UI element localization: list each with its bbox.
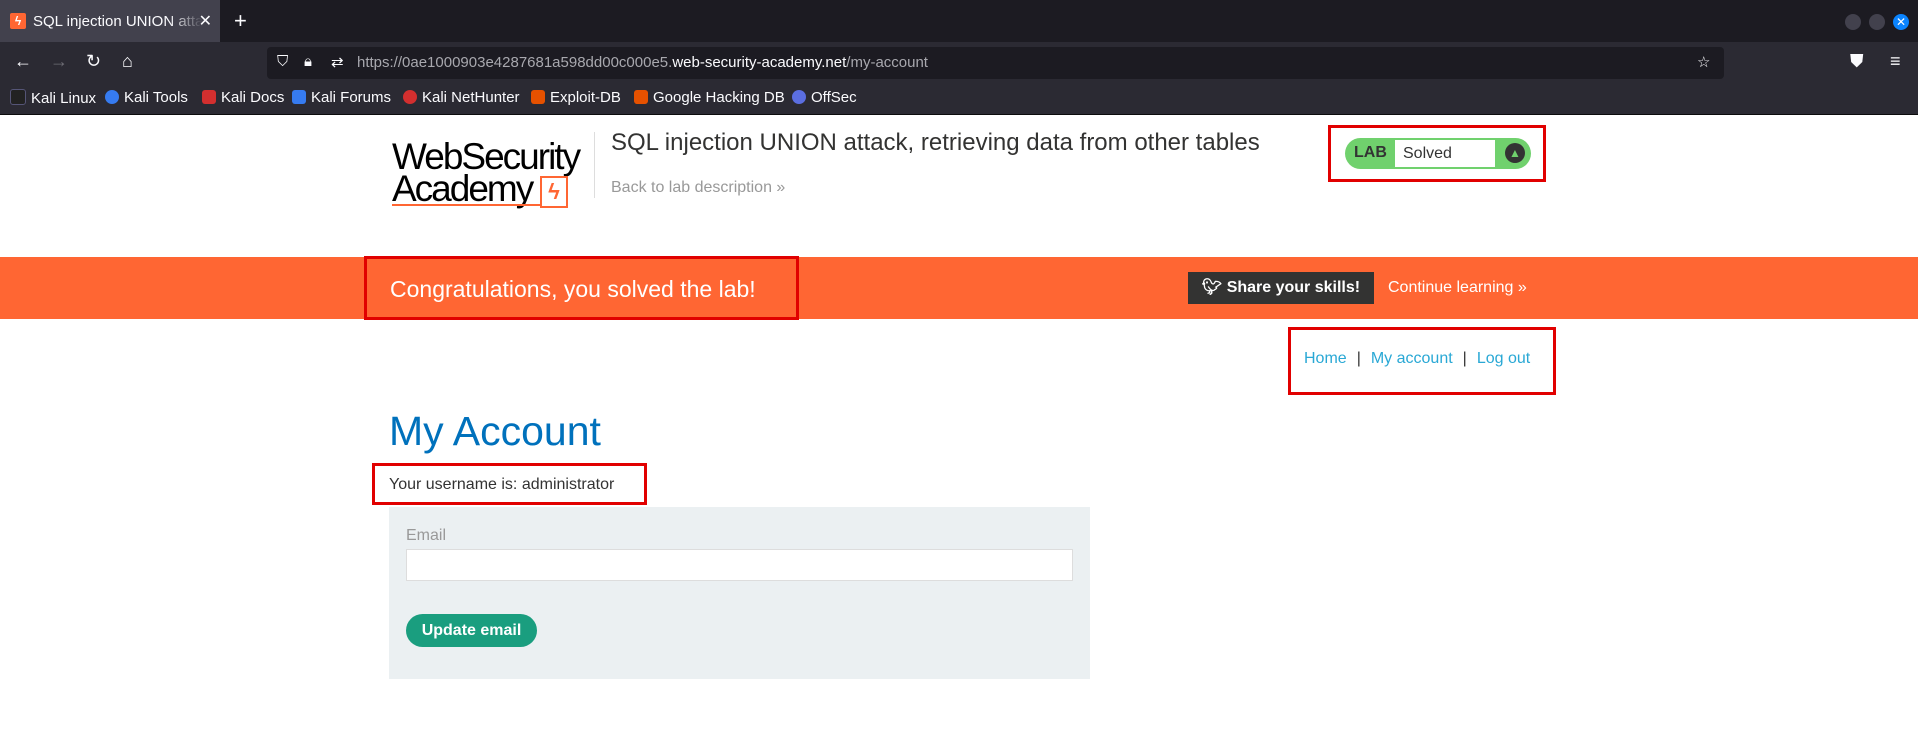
bookmark-kali-docs[interactable]: Kali Docs bbox=[202, 89, 284, 106]
continue-learning-link[interactable]: Continue learning » bbox=[1388, 279, 1527, 297]
bookmark-label: Kali Forums bbox=[311, 89, 392, 106]
update-email-form bbox=[389, 507, 1090, 679]
username-text: Your username is: administrator bbox=[389, 476, 615, 493]
home-link[interactable]: Home bbox=[1304, 350, 1347, 367]
nav-separator: | bbox=[1462, 350, 1467, 367]
pocket-icon[interactable]: ⛊ bbox=[1850, 51, 1864, 72]
lightning-bolt-icon: ϟ bbox=[540, 176, 568, 208]
solved-banner bbox=[0, 257, 1918, 319]
bookmark-label: Kali Docs bbox=[221, 89, 285, 106]
kali-forums-icon bbox=[292, 90, 306, 104]
bookmark-star-icon[interactable]: ☆ bbox=[1697, 53, 1710, 71]
permissions-icon[interactable]: ⇄ bbox=[331, 53, 344, 71]
close-tab-icon[interactable]: ✕ bbox=[199, 11, 212, 31]
twitter-icon: 🐦︎ bbox=[1201, 279, 1227, 296]
back-to-lab-description-link[interactable]: Back to lab description » bbox=[611, 179, 785, 197]
bookmark-label: Kali NetHunter bbox=[422, 89, 520, 106]
close-window-icon[interactable]: ✕ bbox=[1893, 14, 1909, 30]
congratulations-message: Congratulations, you solved the lab! bbox=[390, 276, 756, 302]
new-tab-icon[interactable]: + bbox=[234, 8, 247, 34]
browser-tab[interactable]: ϟ SQL injection UNION attack, retrieving… bbox=[0, 0, 220, 42]
lab-status-value: Solved bbox=[1395, 140, 1495, 167]
lab-status-badge: LAB Solved ▲ bbox=[1345, 138, 1531, 169]
burp-favicon-icon: ϟ bbox=[10, 13, 26, 29]
bookmark-kali-nethunter[interactable]: Kali NetHunter bbox=[403, 89, 520, 106]
nethunter-icon bbox=[403, 90, 417, 104]
share-label: Share your skills! bbox=[1226, 279, 1361, 296]
url-path: /my-account bbox=[846, 54, 928, 71]
url-text[interactable]: https://0ae1000903e4287681a598dd00c000e5… bbox=[357, 54, 928, 71]
logo-underline bbox=[392, 204, 540, 206]
bookmark-kali-linux[interactable]: Kali Linux bbox=[10, 89, 96, 107]
offsec-icon bbox=[792, 90, 806, 104]
ghdb-icon bbox=[634, 90, 648, 104]
bookmark-kali-forums[interactable]: Kali Forums bbox=[292, 89, 391, 106]
forward-arrow-icon[interactable]: → bbox=[50, 51, 68, 72]
kali-docs-icon bbox=[202, 90, 216, 104]
menu-icon[interactable]: ≡ bbox=[1890, 51, 1901, 72]
browser-tab-bar: ϟ SQL injection UNION attack, retrieving… bbox=[0, 0, 1918, 42]
bookmarks-bar: Kali Linux Kali Tools Kali Docs Kali For… bbox=[0, 84, 1918, 115]
exploit-db-icon bbox=[531, 90, 545, 104]
bookmark-google-hacking-db[interactable]: Google Hacking DB bbox=[634, 89, 785, 106]
url-prefix: https://0ae1000903e4287681a598dd00c000e5… bbox=[357, 54, 673, 71]
bookmark-offsec[interactable]: OffSec bbox=[792, 89, 857, 106]
bookmark-label: Kali Tools bbox=[124, 89, 188, 106]
web-security-academy-logo[interactable]: WebSecurity Academy ϟ bbox=[392, 136, 597, 209]
share-skills-button[interactable]: 🐦︎ Share your skills! bbox=[1188, 272, 1374, 304]
lab-status-label: LAB bbox=[1354, 144, 1387, 161]
home-icon[interactable]: ⌂ bbox=[122, 51, 133, 72]
bookmark-label: Kali Linux bbox=[31, 90, 97, 107]
bookmark-label: OffSec bbox=[811, 89, 857, 106]
lock-icon[interactable]: 🔒︎ bbox=[304, 53, 312, 70]
log-out-link[interactable]: Log out bbox=[1477, 350, 1530, 367]
header-divider bbox=[594, 132, 595, 198]
account-nav: Home | My account | Log out bbox=[1304, 350, 1530, 368]
url-bar[interactable]: ⛉ 🔒︎ ⇄ https://0ae1000903e4287681a598dd0… bbox=[267, 47, 1724, 79]
bookmark-kali-tools[interactable]: Kali Tools bbox=[105, 89, 188, 106]
page-title: My Account bbox=[389, 408, 601, 454]
maximize-window-icon[interactable] bbox=[1869, 14, 1885, 30]
shield-icon[interactable]: ⛉ bbox=[277, 53, 288, 70]
kali-dragon-icon bbox=[10, 89, 26, 105]
bookmark-label: Google Hacking DB bbox=[653, 89, 785, 106]
bookmark-exploit-db[interactable]: Exploit-DB bbox=[531, 89, 621, 106]
lab-title: SQL injection UNION attack, retrieving d… bbox=[611, 129, 1260, 156]
kali-tools-icon bbox=[105, 90, 119, 104]
url-domain: web-security-academy.net bbox=[672, 54, 847, 71]
email-field[interactable] bbox=[406, 549, 1073, 581]
bookmark-label: Exploit-DB bbox=[550, 89, 621, 106]
reload-icon[interactable]: ↻ bbox=[86, 51, 101, 72]
email-label: Email bbox=[406, 527, 447, 544]
back-arrow-icon[interactable]: ← bbox=[14, 51, 32, 72]
flask-icon: ▲ bbox=[1505, 143, 1525, 163]
browser-nav-bar: ← → ↻ ⌂ ⛉ 🔒︎ ⇄ https://0ae1000903e428768… bbox=[0, 42, 1918, 84]
my-account-link[interactable]: My account bbox=[1371, 350, 1453, 367]
nav-separator: | bbox=[1356, 350, 1361, 367]
tab-title: SQL injection UNION attack, retrieving d… bbox=[33, 12, 203, 30]
minimize-window-icon[interactable] bbox=[1845, 14, 1861, 30]
update-email-button[interactable]: Update email bbox=[406, 614, 537, 647]
